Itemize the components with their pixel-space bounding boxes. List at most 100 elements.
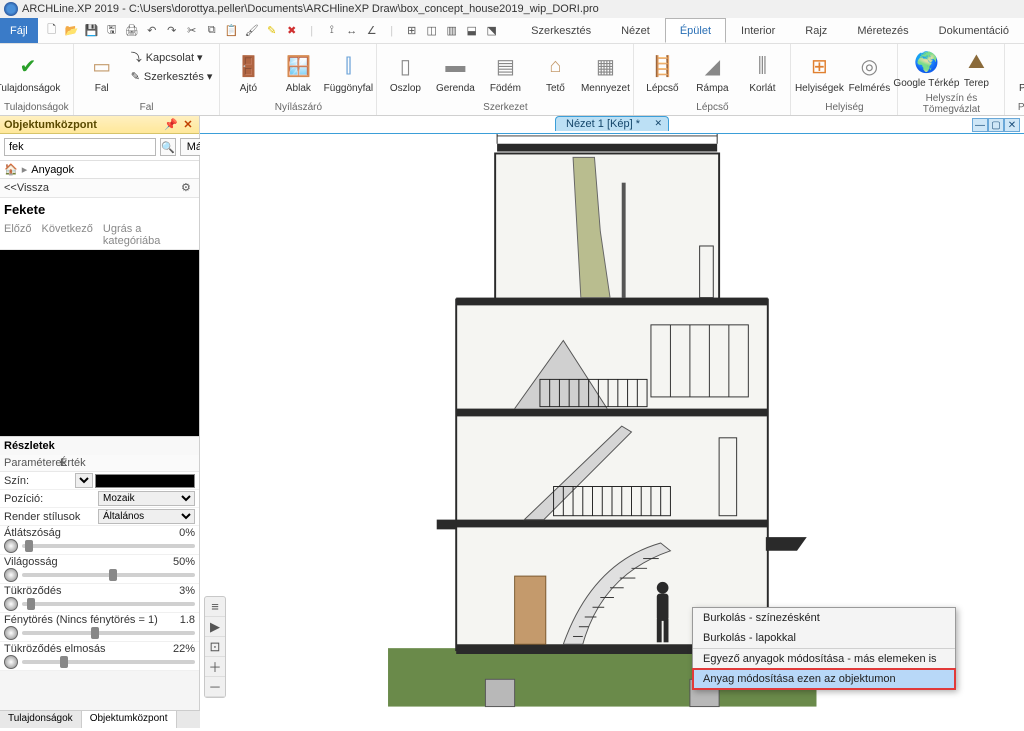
ribbon-button[interactable]: ⫼Korlát (738, 46, 786, 100)
slider-thumb[interactable] (109, 569, 117, 581)
ribbon-button[interactable]: ▦Mennyezet (581, 46, 629, 100)
tab-meretezes[interactable]: Méretezés (842, 18, 923, 43)
panel-pin-icon[interactable]: 📌 (164, 118, 178, 131)
slider-knob-icon[interactable] (4, 539, 18, 553)
ribbon-button[interactable]: 🪟Ablak (274, 46, 322, 100)
slider-track[interactable] (22, 631, 195, 635)
ribbon-small-button[interactable]: ⤵Kapcsolat ▾ (128, 48, 216, 66)
ribbon-icon: ▭ (88, 53, 116, 81)
slider-thumb[interactable] (25, 540, 33, 552)
slider-thumb[interactable] (91, 627, 99, 639)
ribbon-button[interactable]: 🚪Ajtó (224, 46, 272, 100)
mode2-icon[interactable]: ◫ (424, 23, 440, 39)
context-menu-item[interactable]: Anyag módosítása ezen az objektumon (693, 669, 955, 689)
slider-row: Tükröződés elmosás22% (0, 642, 199, 671)
ribbon-small-button[interactable]: ✎Szerkesztés ▾ (128, 67, 216, 85)
search-input[interactable] (4, 138, 156, 156)
ribbon-button[interactable]: ◎Felmérés (845, 46, 893, 100)
color-select[interactable] (75, 473, 93, 488)
open-icon[interactable]: 📂 (64, 23, 80, 39)
ribbon-button[interactable]: ⫿Függönyfal (324, 46, 372, 100)
color-swatch[interactable] (95, 474, 195, 488)
nav-next[interactable]: Következő (42, 223, 93, 247)
ribbon-button[interactable]: ◢Rámpa (688, 46, 736, 100)
render-select[interactable]: Általános (98, 509, 195, 524)
slider-track[interactable] (22, 602, 195, 606)
ribbon-label: Födém (490, 83, 521, 94)
tab-epulet[interactable]: Épület (665, 18, 726, 43)
ribbon-button[interactable]: ▭Fal (78, 46, 126, 100)
material-preview[interactable] (0, 250, 199, 436)
ribbon-button[interactable]: ▯Oszlop (381, 46, 429, 100)
nav-jump[interactable]: Ugrás a kategóriába (103, 223, 195, 247)
ribbon-button[interactable]: ⊞Helyiségek (795, 46, 843, 100)
slider-label: Fénytörés (Nincs fénytörés = 1) (4, 614, 158, 626)
paste-icon[interactable]: 📋 (224, 23, 240, 39)
slider-thumb[interactable] (60, 656, 68, 668)
category-title: Fekete (0, 198, 199, 221)
bottom-tab-tulajdonsagok[interactable]: Tulajdonságok (0, 711, 82, 728)
dim-icon[interactable]: ↔ (344, 23, 360, 39)
slider-knob-icon[interactable] (4, 626, 18, 640)
slider-track[interactable] (22, 660, 195, 664)
slider-knob-icon[interactable] (4, 597, 18, 611)
tab-rajz[interactable]: Rajz (790, 18, 842, 43)
context-menu-item[interactable]: Burkolás - színezésként (693, 608, 955, 628)
slider-knob-icon[interactable] (4, 568, 18, 582)
angle-icon[interactable]: ∠ (364, 23, 380, 39)
win-close-icon[interactable]: ✕ (1004, 118, 1020, 132)
undo-icon[interactable]: ↶ (144, 23, 160, 39)
slider-track[interactable] (22, 573, 195, 577)
view-tab-close-icon[interactable]: ✕ (654, 118, 662, 129)
breadcrumb[interactable]: 🏠 ▸ Anyagok (0, 161, 199, 179)
cut-icon[interactable]: ✂ (184, 23, 200, 39)
prop-position: Pozíció: Mozaik (0, 490, 199, 508)
copy-icon[interactable]: ⧉ (204, 23, 220, 39)
tab-nezet[interactable]: Nézet (606, 18, 665, 43)
mode3-icon[interactable]: ▥ (444, 23, 460, 39)
win-max-icon[interactable]: ▢ (988, 118, 1004, 132)
ribbon-button[interactable]: 🪜Lépcső (638, 46, 686, 100)
back-link[interactable]: <<Vissza (4, 182, 49, 194)
file-menu-button[interactable]: Fájl (0, 18, 38, 43)
win-min-icon[interactable]: — (972, 118, 988, 132)
tab-interior[interactable]: Interior (726, 18, 790, 43)
slider-knob-icon[interactable] (4, 655, 18, 669)
ribbon-button[interactable]: ✔Tulajdonságok (4, 46, 52, 100)
slider-value: 50% (173, 556, 195, 568)
tab-dokumentacio[interactable]: Dokumentáció (924, 18, 1024, 43)
highlight-icon[interactable]: ✎ (264, 23, 280, 39)
mode1-icon[interactable]: ⊞ (404, 23, 420, 39)
slider-track[interactable] (22, 544, 195, 548)
tab-szerkesztes[interactable]: Szerkesztés (516, 18, 606, 43)
context-menu-item[interactable]: Egyező anyagok módosítása - más elemeken… (693, 649, 955, 669)
ribbon-button[interactable]: ⛰Terep (952, 46, 1000, 91)
home-icon[interactable]: 🏠 (4, 163, 18, 176)
new-icon[interactable]: 🗋 (44, 23, 60, 39)
ribbon-button[interactable]: 🌍Google Térkép (902, 46, 950, 91)
ribbon-button[interactable]: ⌂Tető (531, 46, 579, 100)
panel-close-icon[interactable]: ✕ (181, 118, 195, 131)
view-tab[interactable]: Nézet 1 [Kép] * ✕ (555, 116, 669, 131)
measure-icon[interactable]: ⟟ (324, 23, 340, 39)
mode4-icon[interactable]: ⬓ (464, 23, 480, 39)
save-icon[interactable]: 💾 (84, 23, 100, 39)
position-select[interactable]: Mozaik (98, 491, 195, 506)
mode5-icon[interactable]: ⬔ (484, 23, 500, 39)
bottom-tab-objektumkozpont[interactable]: Objektumközpont (82, 711, 177, 728)
nav-prev[interactable]: Előző (4, 223, 32, 247)
slider-thumb[interactable] (27, 598, 35, 610)
redo-icon[interactable]: ↷ (164, 23, 180, 39)
ribbon-button[interactable]: ▤Födém (481, 46, 529, 100)
brush-icon[interactable]: 🖌 (244, 23, 260, 39)
context-menu-item[interactable]: Burkolás - lapokkal (693, 628, 955, 649)
ribbon-button[interactable]: ∴Pontfe (1009, 46, 1024, 100)
breadcrumb-text[interactable]: Anyagok (31, 164, 74, 176)
print-icon[interactable]: 🖨 (124, 23, 140, 39)
canvas-area[interactable]: Nézet 1 [Kép] * ✕ — ▢ ✕ ≡ ▶ ⊡ ＋ － (200, 116, 1024, 728)
gear-icon[interactable]: ⚙ (181, 181, 195, 195)
save-all-icon[interactable]: 🖫 (104, 23, 120, 39)
delete-icon[interactable]: ✖ (284, 23, 300, 39)
search-button[interactable]: 🔍 (160, 138, 176, 156)
ribbon-button[interactable]: ▬Gerenda (431, 46, 479, 100)
